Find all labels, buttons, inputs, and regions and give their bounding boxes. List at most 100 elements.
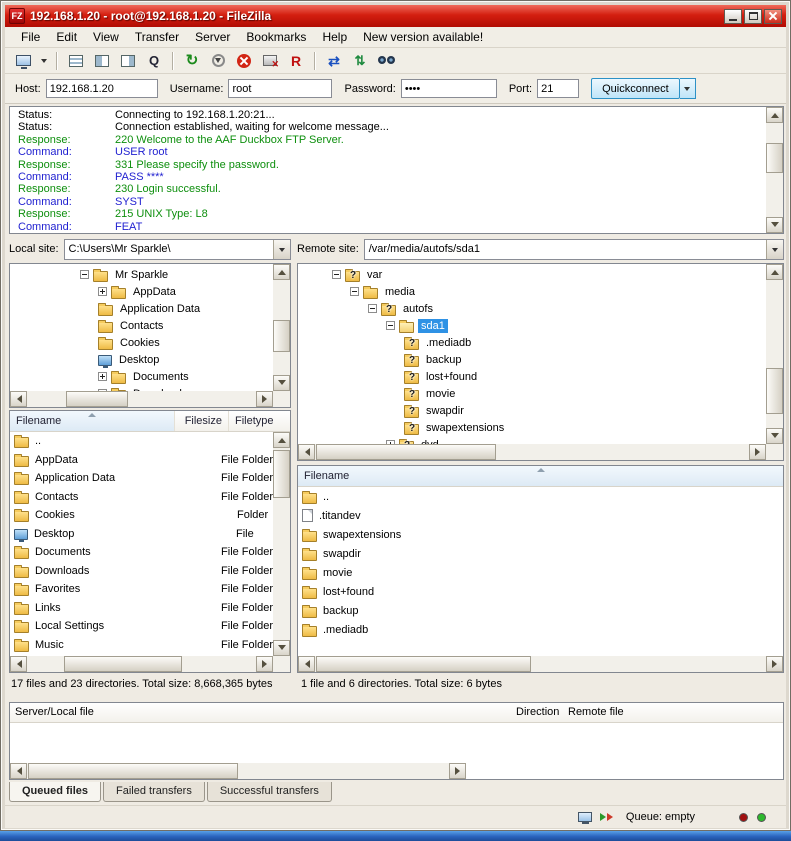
scroll-right-button[interactable] (766, 656, 783, 672)
local-tree-item-application-data[interactable]: Application Data (10, 300, 273, 317)
menu-item-view[interactable]: View (85, 28, 127, 46)
site-manager-dropdown-button[interactable] (37, 50, 50, 72)
local-tree-item-appdata[interactable]: AppData (10, 283, 273, 300)
scroll-left-button[interactable] (10, 763, 27, 779)
remote-tree-toggle-button[interactable] (116, 50, 140, 72)
local-tree-item-contacts[interactable]: Contacts (10, 317, 273, 334)
scroll-right-button[interactable] (449, 763, 466, 779)
remote-tree-item-dvd[interactable]: dvd (298, 436, 766, 444)
quickconnect-button[interactable]: Quickconnect (591, 78, 680, 99)
remote-tree-item-var[interactable]: var (298, 266, 766, 283)
scroll-right-button[interactable] (749, 444, 766, 460)
local-file-row-cookies[interactable]: CookiesFolder (10, 506, 273, 525)
remote-tree-item-lost-found[interactable]: lost+found (298, 368, 766, 385)
port-input[interactable] (537, 79, 579, 98)
cancel-button[interactable] (232, 50, 256, 72)
local-tree-item-mr-sparkle[interactable]: Mr Sparkle (10, 266, 273, 283)
scrollbar-thumb[interactable] (273, 320, 290, 352)
remote-file-row-lost-found[interactable]: lost+found (298, 582, 783, 601)
find-files-button[interactable] (374, 50, 398, 72)
scrollbar-thumb[interactable] (766, 143, 783, 173)
scrollbar-thumb[interactable] (28, 763, 238, 779)
local-list-horizontal-scrollbar[interactable] (10, 656, 273, 672)
local-site-dropdown-button[interactable] (273, 240, 290, 259)
local-file-row-application-data[interactable]: Application DataFile Folder (10, 469, 273, 488)
quickconnect-dropdown-button[interactable] (680, 78, 696, 99)
password-input[interactable] (401, 79, 497, 98)
column-header-filetype[interactable]: Filetype (229, 411, 290, 431)
scrollbar-thumb[interactable] (273, 450, 290, 498)
local-file-row-contacts[interactable]: ContactsFile Folder (10, 488, 273, 507)
scroll-down-button[interactable] (766, 428, 783, 444)
queue-panel-horizontal-scrollbar[interactable] (10, 763, 466, 779)
scrollbar-thumb[interactable] (766, 368, 783, 414)
menu-item-bookmarks[interactable]: Bookmarks (238, 28, 314, 46)
local-file-row-downloads[interactable]: DownloadsFile Folder (10, 562, 273, 581)
scroll-left-button[interactable] (10, 391, 27, 407)
collapse-icon[interactable] (386, 321, 395, 330)
local-file-row-desktop[interactable]: DesktopFile (10, 525, 273, 544)
remote-site-combo[interactable]: /var/media/autofs/sda1 (364, 239, 784, 260)
local-file-row-documents[interactable]: DocumentsFile Folder (10, 543, 273, 562)
expand-icon[interactable] (98, 287, 107, 296)
collapse-icon[interactable] (350, 287, 359, 296)
scroll-left-button[interactable] (10, 656, 27, 672)
site-manager-button[interactable] (11, 50, 35, 72)
remote-tree-item-sda1[interactable]: sda1 (298, 317, 766, 334)
scroll-down-button[interactable] (273, 375, 290, 391)
menu-item-server[interactable]: Server (187, 28, 238, 46)
remote-tree-item-movie[interactable]: movie (298, 385, 766, 402)
collapse-icon[interactable] (332, 270, 341, 279)
message-log-toggle-button[interactable] (64, 50, 88, 72)
local-tree-horizontal-scrollbar[interactable] (10, 391, 273, 407)
scroll-up-button[interactable] (766, 107, 783, 123)
local-tree-vertical-scrollbar[interactable] (273, 264, 290, 391)
process-queue-button[interactable] (206, 50, 230, 72)
local-file-row-favorites[interactable]: FavoritesFile Folder (10, 580, 273, 599)
scroll-down-button[interactable] (273, 640, 290, 656)
username-input[interactable] (228, 79, 332, 98)
queue-toggle-button[interactable]: Q (142, 50, 166, 72)
scrollbar-thumb[interactable] (316, 656, 531, 672)
scroll-up-button[interactable] (273, 264, 290, 280)
remote-tree-item-media[interactable]: media (298, 283, 766, 300)
local-list-vertical-scrollbar[interactable] (273, 432, 290, 656)
remote-tree-horizontal-scrollbar[interactable] (298, 444, 766, 460)
tab-successful-transfers[interactable]: Successful transfers (207, 782, 332, 802)
scroll-up-button[interactable] (766, 264, 783, 280)
scrollbar-thumb[interactable] (66, 391, 128, 407)
remote-list-horizontal-scrollbar[interactable] (298, 656, 783, 672)
minimize-button[interactable] (724, 9, 742, 24)
remote-file-row-swapextensions[interactable]: swapextensions (298, 525, 783, 544)
column-header-remote-file[interactable]: Remote file (568, 706, 624, 718)
local-tree-toggle-button[interactable] (90, 50, 114, 72)
menu-item-transfer[interactable]: Transfer (127, 28, 187, 46)
tab-queued-files[interactable]: Queued files (9, 782, 101, 802)
scroll-up-button[interactable] (273, 432, 290, 448)
log-pane-vertical-scrollbar[interactable] (766, 107, 783, 233)
host-input[interactable] (46, 79, 158, 98)
scrollbar-thumb[interactable] (316, 444, 496, 460)
local-file-row-parent-directory[interactable]: .. (10, 432, 273, 451)
maximize-button[interactable] (744, 9, 762, 24)
scroll-right-button[interactable] (256, 391, 273, 407)
remote-tree-item-swapextensions[interactable]: swapextensions (298, 419, 766, 436)
local-tree-item-documents[interactable]: Documents (10, 368, 273, 385)
reconnect-button[interactable]: R (284, 50, 308, 72)
refresh-button[interactable]: ↻ (180, 50, 204, 72)
remote-file-row-backup[interactable]: backup (298, 601, 783, 620)
scroll-right-button[interactable] (256, 656, 273, 672)
remote-tree-item-swapdir[interactable]: swapdir (298, 402, 766, 419)
close-button[interactable] (764, 9, 782, 24)
remote-site-dropdown-button[interactable] (766, 240, 783, 259)
local-file-row-appdata[interactable]: AppDataFile Folder (10, 451, 273, 470)
synchronized-browsing-button[interactable]: ⇅ (348, 50, 372, 72)
menu-item-help[interactable]: Help (314, 28, 355, 46)
remote-tree-item-autofs[interactable]: autofs (298, 300, 766, 317)
column-header-filename[interactable]: Filename (298, 466, 783, 486)
remote-tree-vertical-scrollbar[interactable] (766, 264, 783, 444)
local-file-row-local-settings[interactable]: Local SettingsFile Folder (10, 617, 273, 636)
column-header-filename[interactable]: Filename (10, 411, 175, 431)
remote-file-row-parent-directory[interactable]: .. (298, 487, 783, 506)
expand-icon[interactable] (98, 372, 107, 381)
